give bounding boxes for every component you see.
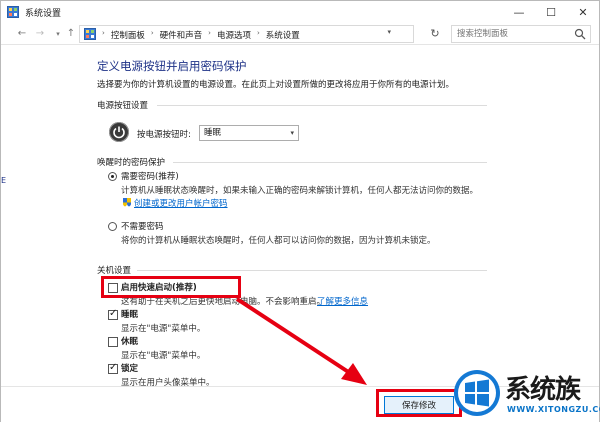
system-settings-window: 系统设置 — ☐ ✕ ← → ▾ ↑ › 控制面板 › 硬件和声音 › 电源选项: [0, 0, 600, 422]
watermark-url: WWW.XITONGZU.COM: [507, 405, 600, 414]
annotation-arrow: [235, 297, 367, 385]
left-edge-fragment: E: [1, 176, 7, 185]
watermark-brand: 系统族: [505, 375, 581, 405]
windows-logo-icon: [454, 370, 500, 416]
watermark: 系统族 WWW.XITONGZU.COM: [453, 367, 600, 422]
